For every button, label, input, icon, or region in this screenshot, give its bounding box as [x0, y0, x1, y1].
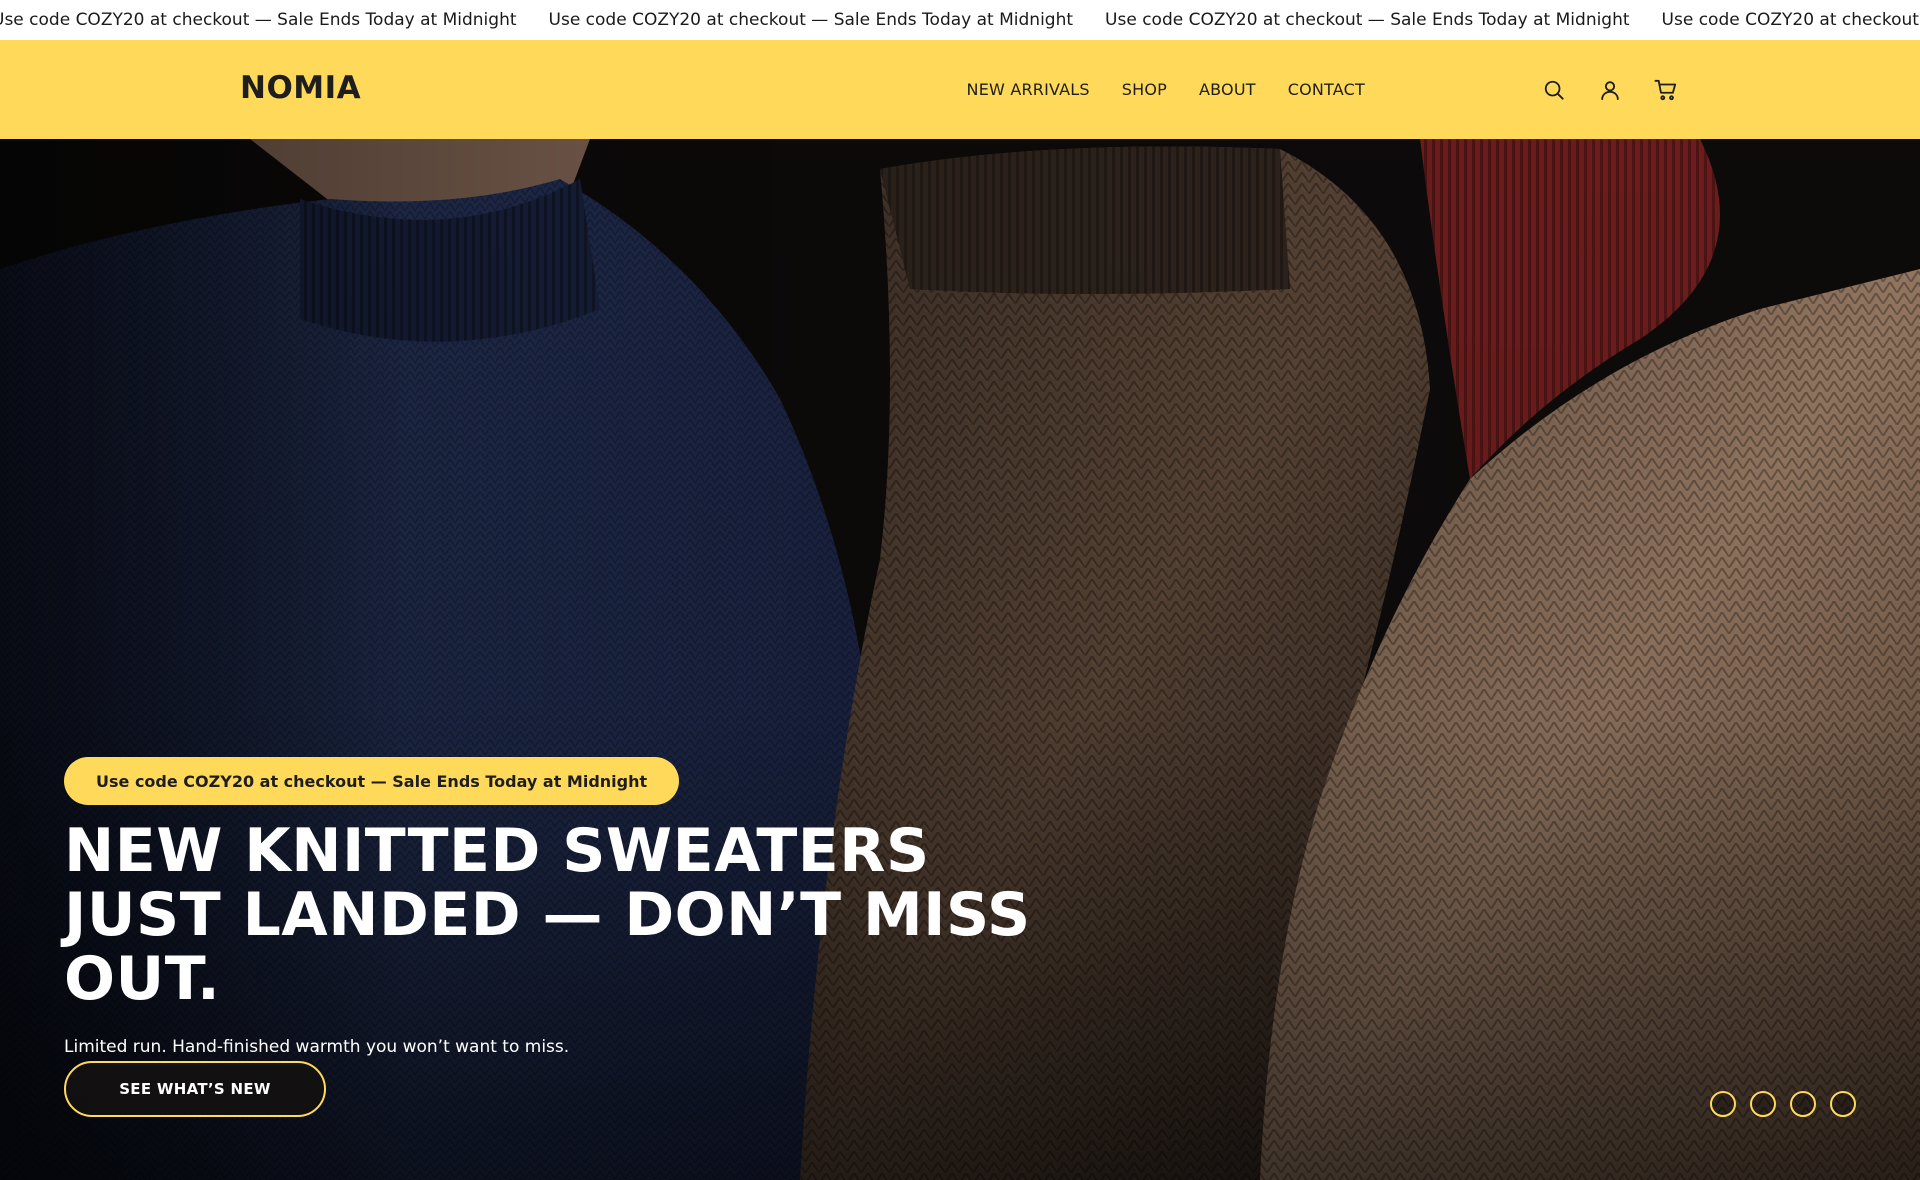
- headline-line: OUT.: [64, 944, 221, 1014]
- announcement-track: Use code COZY20 at checkout — Sale Ends …: [0, 0, 1920, 40]
- announcement-text: Use code COZY20 at checkout — Sale Ends …: [1105, 10, 1630, 30]
- announcement-bar: Use code COZY20 at checkout — Sale Ends …: [0, 0, 1920, 40]
- hero-subheading: Limited run. Hand-finished warmth you wo…: [64, 1037, 570, 1057]
- carousel-dot[interactable]: [1710, 1091, 1736, 1117]
- announcement-text: Use code COZY20 at checkout — Sale Ends …: [548, 10, 1074, 30]
- nav-link-about[interactable]: ABOUT: [1199, 80, 1256, 99]
- hero-headline: NEW KNITTED SWEATERS JUST LANDED — DON’T…: [64, 819, 1064, 1011]
- carousel-dot[interactable]: [1830, 1091, 1856, 1117]
- carousel-dots: [1710, 1091, 1856, 1117]
- header-icons: [1540, 76, 1680, 104]
- see-whats-new-button[interactable]: SEE WHAT’S NEW: [64, 1061, 326, 1117]
- hero-banner: Use code COZY20 at checkout — Sale Ends …: [0, 139, 1920, 1180]
- carousel-dot[interactable]: [1790, 1091, 1816, 1117]
- promo-badge: Use code COZY20 at checkout — Sale Ends …: [64, 757, 680, 805]
- announcement-text: Use code COZY20 at checkout — Sale Ends …: [1661, 10, 1920, 30]
- cart-icon[interactable]: [1652, 76, 1680, 104]
- nav-link-new-arrivals[interactable]: NEW ARRIVALS: [967, 80, 1090, 99]
- search-icon[interactable]: [1540, 76, 1568, 104]
- main-nav: NEW ARRIVALS SHOP ABOUT CONTACT: [935, 80, 1365, 99]
- headline-line: JUST LANDED — DON’T MISS: [64, 880, 1031, 950]
- hero-image-sweaters: [0, 139, 1920, 1180]
- headline-line: NEW KNITTED SWEATERS: [64, 816, 930, 886]
- account-icon[interactable]: [1596, 76, 1624, 104]
- announcement-text: Use code COZY20 at checkout — Sale Ends …: [0, 10, 517, 30]
- site-header: NOMIA NEW ARRIVALS SHOP ABOUT CONTACT: [0, 40, 1920, 139]
- nav-link-contact[interactable]: CONTACT: [1288, 80, 1365, 99]
- carousel-dot[interactable]: [1750, 1091, 1776, 1117]
- nav-link-shop[interactable]: SHOP: [1122, 80, 1167, 99]
- brand-logo[interactable]: NOMIA: [240, 70, 361, 106]
